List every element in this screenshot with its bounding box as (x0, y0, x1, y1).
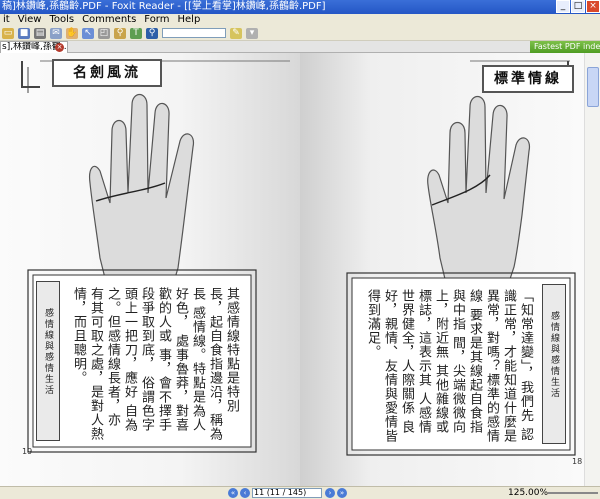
typewriter-icon[interactable]: T (130, 27, 142, 39)
toolbar: ▭ ■ ▤ ✉ ✋ ↖ ◰ ⚲ T ⚲ ✎ ▾ (0, 26, 600, 41)
menu-edit[interactable]: it (0, 14, 15, 26)
left-page-number: 19 (22, 447, 33, 456)
minimize-button[interactable]: _ (556, 0, 570, 13)
right-page-heading: 標準情線 (482, 65, 574, 93)
next-page-icon[interactable]: › (325, 488, 335, 498)
left-page-body: 其感情線特點是特別 長，起自食指邊沿，稱為長 感情線。特點是為人好色， 處事魯莽… (70, 287, 240, 445)
search-input[interactable] (162, 28, 226, 38)
left-page: 名劍風流 感情線與感情生活 其感情線特點是特別 長，起自食指邊沿，稱為長 感情線… (0, 53, 300, 486)
right-side-label: 感情線與感情生活 (549, 311, 559, 399)
menu-form[interactable]: Form (141, 14, 174, 26)
tab-bar: s],林鑽峰,孫鶴... × Fastest PDF index & sea (0, 41, 600, 53)
snapshot-icon[interactable]: ◰ (98, 27, 110, 39)
close-tab-icon[interactable]: × (55, 43, 64, 52)
menu-bar: it View Tools Comments Form Help (0, 14, 600, 26)
zoom-icon[interactable]: ⚲ (114, 27, 126, 39)
right-page-body: 「知常達變」，我們先 認識正常，才能知道什麼是 異常，對嗎？標準的感情線 要求是… (358, 289, 534, 447)
search-icon[interactable]: ⚲ (146, 27, 158, 39)
right-page-number: 18 (572, 457, 583, 466)
left-side-label: 感情線與感情生活 (43, 308, 53, 396)
promo-banner[interactable]: Fastest PDF index & sea (530, 41, 600, 53)
title-bar: 稿]林鑽峰,孫鶴齡.PDF - Foxit Reader - [[掌上看掌]林鑽… (0, 0, 600, 14)
right-page: 標準情線 「知常達變」，我們先 認識正常，才能知道什麼是 異常，對嗎？標準的感情… (300, 53, 584, 486)
save-icon[interactable]: ■ (18, 27, 30, 39)
window-title: 稿]林鑽峰,孫鶴齡.PDF - Foxit Reader - [[掌上看掌]林鑽… (2, 1, 326, 12)
right-body-col-9: 得到滿足。 (365, 289, 380, 359)
close-button[interactable]: × (586, 0, 600, 13)
last-page-icon[interactable]: » (337, 488, 347, 498)
left-side-label-column: 感情線與感情生活 (36, 281, 60, 441)
note-icon[interactable]: ✎ (230, 27, 242, 39)
menu-view[interactable]: View (15, 14, 47, 26)
scrollbar-thumb[interactable] (587, 67, 599, 107)
select-icon[interactable]: ↖ (82, 27, 94, 39)
left-body-col-8: 有其可取之處，是對人熱 (88, 287, 103, 441)
document-tab[interactable]: s],林鑽峰,孫鶴... × (0, 41, 68, 53)
maximize-button[interactable]: □ (571, 0, 585, 13)
first-page-icon[interactable]: « (228, 488, 238, 498)
window-controls: _ □ × (555, 0, 600, 14)
hand-icon[interactable]: ✋ (66, 27, 78, 39)
right-body-col-1: 「知常達變」，我們先 (518, 289, 533, 423)
chevron-down-icon[interactable]: ▾ (246, 27, 258, 39)
document-viewer[interactable]: 名劍風流 感情線與感情生活 其感情線特點是特別 長，起自食指邊沿，稱為長 感情線… (0, 53, 584, 486)
email-icon[interactable]: ✉ (50, 27, 62, 39)
menu-comments[interactable]: Comments (79, 14, 141, 26)
left-body-col-1: 其感情線特點是特別 (224, 287, 239, 413)
zoom-level[interactable]: 125.00% (508, 487, 548, 499)
prev-page-icon[interactable]: ‹ (240, 488, 250, 498)
print-icon[interactable]: ▤ (34, 27, 46, 39)
zoom-slider[interactable] (548, 492, 598, 494)
left-body-col-9: 情，而且聰明。 (71, 287, 86, 385)
right-side-label-column: 感情線與感情生活 (542, 284, 566, 444)
menu-tools[interactable]: Tools (46, 14, 79, 26)
left-page-heading: 名劍風流 (52, 59, 162, 87)
open-icon[interactable]: ▭ (2, 27, 14, 39)
menu-help[interactable]: Help (175, 14, 206, 26)
status-bar: « ‹ 11 (11 / 145) › » 125.00% (0, 486, 600, 499)
page-number-field[interactable]: 11 (11 / 145) (252, 488, 322, 498)
vertical-scrollbar[interactable] (584, 53, 600, 486)
